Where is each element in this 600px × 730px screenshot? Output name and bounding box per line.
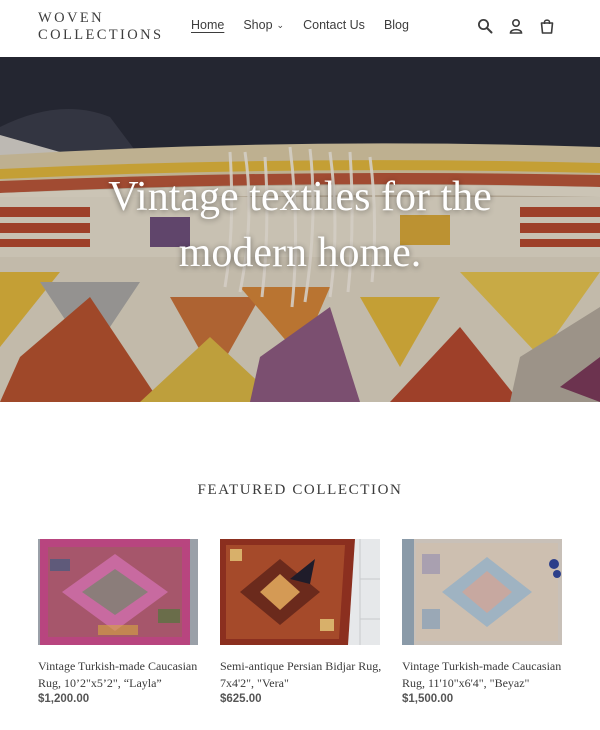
main-nav: Home Shop ⌄ Contact Us Blog	[191, 18, 409, 32]
nav-shop-label: Shop	[243, 18, 273, 32]
nav-home[interactable]: Home	[191, 18, 224, 32]
search-icon[interactable]	[476, 17, 494, 35]
logo-line-2: COLLECTIONS	[38, 27, 164, 43]
nav-contact-us[interactable]: Contact Us	[303, 18, 365, 32]
product-image[interactable]	[38, 539, 198, 645]
cart-icon[interactable]	[538, 17, 556, 35]
product-price: $1,200.00	[38, 693, 90, 705]
hero-heading: Vintage textiles for the modern home.	[0, 169, 600, 281]
product-card[interactable]: Vintage Turkish-made Caucasian Rug, 10’2…	[38, 539, 200, 705]
header-icons	[476, 17, 556, 35]
product-name[interactable]: Vintage Turkish-made Caucasian Rug, 10’2…	[38, 658, 200, 692]
chevron-down-icon: ⌄	[276, 20, 285, 30]
product-price: $625.00	[220, 693, 262, 705]
product-name[interactable]: Semi-antique Persian Bidjar Rug, 7x4'2",…	[220, 658, 382, 692]
product-image[interactable]	[402, 539, 562, 645]
account-icon[interactable]	[507, 17, 525, 35]
logo-line-1: WOVEN	[38, 10, 104, 26]
nav-shop[interactable]: Shop ⌄	[243, 18, 284, 32]
featured-collection-title: FEATURED COLLECTION	[197, 482, 403, 498]
product-image[interactable]	[220, 539, 380, 645]
product-card[interactable]: Vintage Turkish-made Caucasian Rug, 11'1…	[402, 539, 564, 705]
site-header: WOVEN COLLECTIONS Home Shop ⌄ Contact Us …	[0, 0, 600, 57]
hero-banner: Vintage textiles for the modern home.	[0, 57, 600, 402]
product-name[interactable]: Vintage Turkish-made Caucasian Rug, 11'1…	[402, 658, 564, 692]
product-card[interactable]: Semi-antique Persian Bidjar Rug, 7x4'2",…	[220, 539, 382, 705]
site-logo[interactable]: WOVEN COLLECTIONS	[38, 10, 163, 44]
nav-blog[interactable]: Blog	[384, 18, 409, 32]
hero-heading-line-1: Vintage textiles for the	[108, 174, 492, 220]
hero-heading-line-2: modern home.	[178, 230, 422, 276]
product-price: $1,500.00	[402, 693, 454, 705]
